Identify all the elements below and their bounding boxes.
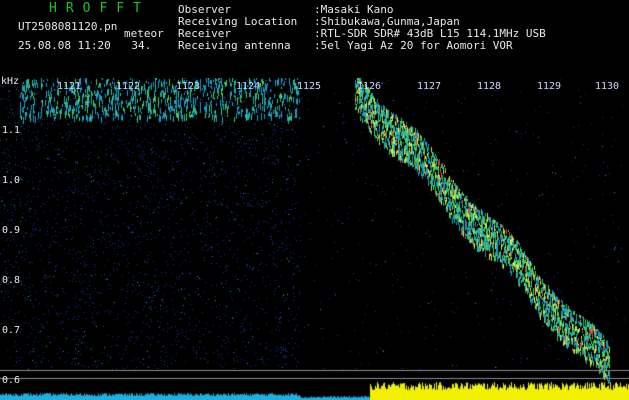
x-tick-label: 1125 [297,81,322,92]
x-tick-label: 1124 [236,81,261,92]
y-tick-label: 1.1 [2,125,21,136]
x-tick-label: 1130 [595,81,620,92]
y-tick-label: 0.9 [2,225,21,236]
x-tick-label: 1122 [116,81,141,92]
datetime: 25.08.08 11:20 34. [18,39,151,52]
info-key: Receiving antenna [178,39,291,52]
info-row-antenna: Receiving antenna :5el Yagi Az 20 for Ao… [178,40,546,52]
x-tick-label: 1127 [417,81,442,92]
x-tick-label: 1126 [357,81,382,92]
x-tick-label: 1123 [176,81,201,92]
x-tick-label: 1128 [477,81,502,92]
info-value: :5el Yagi Az 20 for Aomori VOR [314,39,513,52]
y-tick-label: 0.7 [2,325,21,336]
header: HROFFT UT2508081120.pn meteor 25.08.08 1… [0,0,629,78]
app-logo: HROFFT [49,1,150,16]
filename: UT2508081120.pn [18,20,118,33]
y-tick-label: 1.0 [2,175,21,186]
datetime-value: 25.08.08 11:20 [18,39,111,52]
spectrogram-canvas [0,78,629,400]
y-axis-unit: kHz [1,76,20,87]
station-info: Observer :Masaki Kano Receiving Location… [178,4,546,52]
sweep-number: 34. [131,39,152,52]
y-tick-label: 0.8 [2,275,21,286]
y-tick-label: 0.6 [2,375,21,386]
x-tick-label: 1121 [57,81,82,92]
x-tick-label: 1129 [537,81,562,92]
